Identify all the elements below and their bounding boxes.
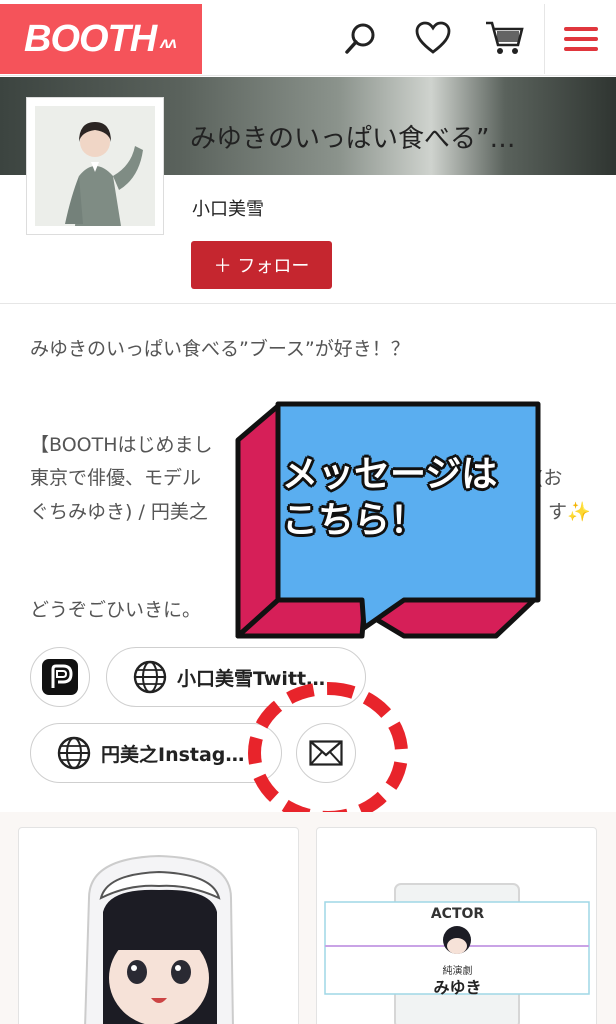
instagram-link[interactable]: 円美之Instag…	[30, 723, 282, 783]
booth-shop-page: BOOTH ʌʌ みゆきのいっぱい食べる”… 小口美雪 ＋ フォロー みゆきのい…	[0, 0, 616, 1024]
top-header: BOOTH ʌʌ	[0, 0, 616, 76]
cup-label-top: ACTOR	[430, 906, 485, 922]
product-card[interactable]	[18, 827, 299, 1024]
hamburger-menu-icon[interactable]	[544, 4, 616, 74]
callout-text: メッセージは こちら！	[282, 452, 497, 544]
description-line: ぐちみゆき) / 円美之	[30, 501, 208, 523]
follow-button[interactable]: ＋ フォロー	[191, 241, 332, 289]
avatar-photo	[35, 106, 155, 226]
shop-title[interactable]: みゆきのいっぱい食べる”…	[190, 118, 590, 155]
description-line: 東京で俳優、モデル	[30, 467, 202, 489]
description-line: みゆきのいっぱい食べる”ブース”が好き！？	[30, 338, 410, 360]
globe-icon	[133, 660, 167, 694]
product-card[interactable]: ACTOR 純演劇 みゆき	[316, 827, 597, 1024]
heart-icon[interactable]	[413, 18, 453, 58]
booth-logo[interactable]: BOOTH ʌʌ	[0, 4, 202, 74]
shop-owner-name[interactable]: 小口美雪	[192, 195, 264, 221]
search-icon[interactable]	[341, 18, 381, 58]
callout-line: こちら！	[282, 500, 427, 541]
cup-label-name: みゆき	[433, 978, 482, 997]
section-divider	[0, 303, 616, 304]
description-line-tail: す✨	[548, 501, 591, 523]
description-line: 【BOOTHはじめまし	[30, 434, 213, 456]
callout-line: メッセージは	[282, 454, 498, 495]
logo-text: BOOTH	[24, 17, 157, 60]
pixiv-fanbox-icon	[42, 659, 78, 695]
globe-icon	[57, 736, 91, 770]
shop-avatar[interactable]	[26, 97, 164, 235]
dashed-highlight-circle	[248, 682, 408, 824]
pixiv-fanbox-link[interactable]	[30, 647, 90, 707]
maid-cushion-image	[84, 854, 234, 1024]
cart-icon[interactable]	[484, 18, 524, 58]
description-line: どうぞごひいきに。	[30, 599, 202, 621]
cat-ears-icon: ʌʌ	[160, 35, 177, 52]
instagram-link-label: 円美之Instag…	[101, 743, 245, 766]
